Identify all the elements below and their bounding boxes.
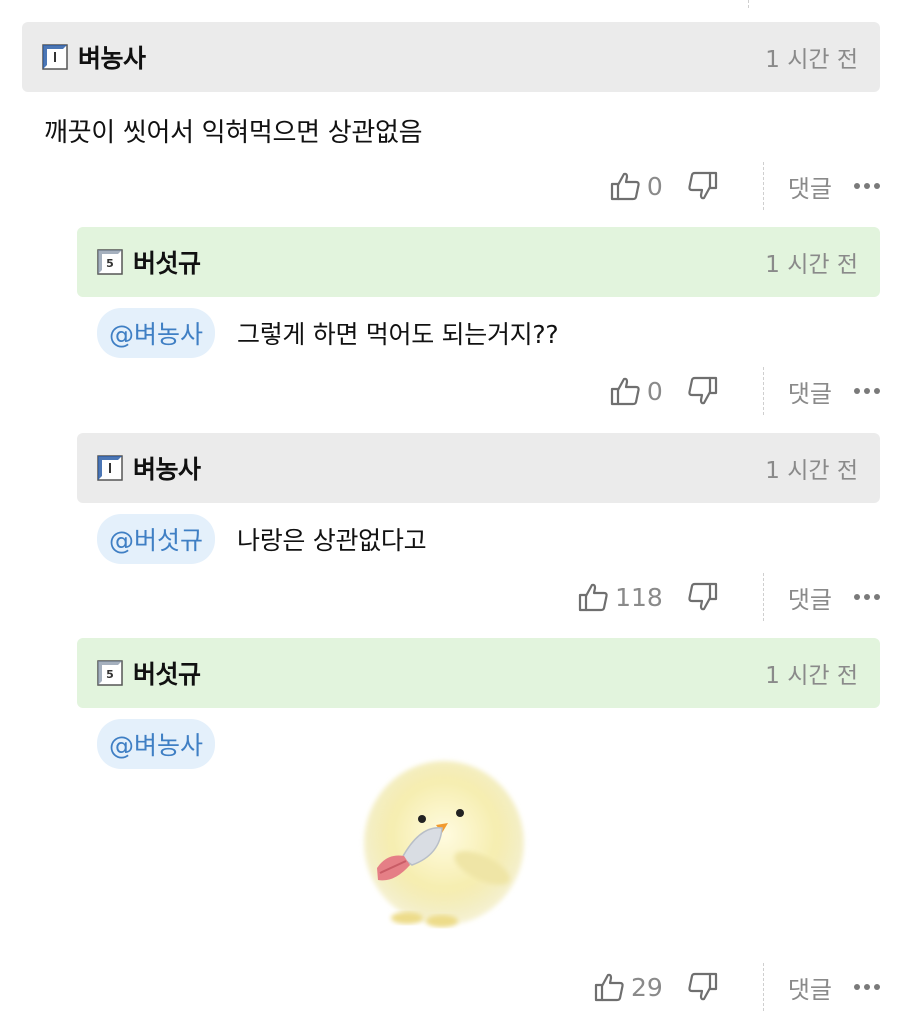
like-count: 0 — [646, 171, 663, 201]
like-button[interactable]: 0 — [609, 374, 663, 408]
comment-header: 5 버섯규 1 시간 전 — [77, 638, 880, 708]
author-name[interactable]: 벼농사 — [78, 39, 146, 75]
svg-text:5: 5 — [106, 257, 114, 270]
timestamp: 1 시간 전 — [765, 47, 858, 73]
author-name[interactable]: 버섯규 — [133, 244, 201, 280]
divider — [762, 963, 764, 1011]
svg-text:5: 5 — [106, 668, 114, 681]
like-count: 29 — [631, 972, 663, 1002]
comment-header: 벼농사 1 시간 전 — [77, 433, 880, 503]
thumbs-down-icon — [688, 972, 717, 1001]
dislike-button[interactable] — [685, 374, 719, 408]
thumbs-up-icon — [594, 973, 624, 1002]
thumbs-down-icon — [688, 171, 717, 200]
like-count: 0 — [646, 376, 663, 406]
author-name[interactable]: 벼농사 — [133, 450, 201, 486]
more-options-icon[interactable] — [854, 388, 880, 394]
like-button[interactable]: 118 — [577, 580, 663, 614]
dislike-button[interactable] — [685, 970, 719, 1004]
comment-header: 벼농사 1 시간 전 — [22, 22, 880, 92]
timestamp: 1 시간 전 — [765, 663, 858, 689]
like-button[interactable]: 0 — [609, 169, 663, 203]
comment-reply: 5 버섯규 1 시간 전 @벼농사 그렇게 하면 먹어도 되는거지?? 0 댓글 — [77, 227, 880, 415]
mention-tag[interactable]: @벼농사 — [97, 719, 216, 769]
comment-text: 깨끗이 씻어서 익혀먹으면 상관없음 — [44, 117, 423, 148]
reply-button[interactable]: 댓글 — [788, 374, 832, 409]
level-5-icon: 5 — [97, 249, 123, 275]
mention-tag[interactable]: @벼농사 — [97, 308, 216, 358]
comment-body: @버섯규 나랑은 상관없다고 — [77, 514, 880, 564]
comment-actions: 118 댓글 — [577, 573, 880, 621]
comment-reply: 5 버섯규 1 시간 전 @벼농사 29 댓글 — [77, 638, 880, 1011]
comment-body: 깨끗이 씻어서 익혀먹으면 상관없음 — [22, 106, 880, 154]
comment-text: 그렇게 하면 먹어도 되는거지?? — [237, 320, 559, 349]
more-options-icon[interactable] — [854, 594, 880, 600]
level-i-icon — [97, 455, 123, 481]
more-options-icon[interactable] — [854, 183, 880, 189]
mention-tag[interactable]: @버섯규 — [97, 514, 216, 564]
chick-with-knife-sticker[interactable] — [332, 733, 547, 933]
divider — [762, 367, 764, 415]
divider — [762, 162, 764, 210]
timestamp: 1 시간 전 — [765, 458, 858, 484]
thumbs-up-icon — [610, 172, 640, 201]
divider — [762, 573, 764, 621]
dislike-button[interactable] — [685, 169, 719, 203]
comment-text: 나랑은 상관없다고 — [237, 526, 427, 555]
timestamp: 1 시간 전 — [765, 252, 858, 278]
comment-header: 5 버섯규 1 시간 전 — [77, 227, 880, 297]
comment-actions: 0 댓글 — [609, 367, 880, 415]
thumbs-down-icon — [688, 376, 717, 405]
like-button[interactable]: 29 — [593, 970, 663, 1004]
author-name[interactable]: 버섯규 — [133, 655, 201, 691]
level-5-icon: 5 — [97, 660, 123, 686]
reply-button[interactable]: 댓글 — [788, 970, 832, 1005]
dislike-button[interactable] — [685, 580, 719, 614]
thumbs-down-icon — [688, 582, 717, 611]
comment-actions: 29 댓글 — [593, 963, 880, 1011]
reply-button[interactable]: 댓글 — [788, 169, 832, 204]
more-options-icon[interactable] — [854, 984, 880, 990]
comment-body: @벼농사 그렇게 하면 먹어도 되는거지?? — [77, 308, 880, 358]
comment-reply: 벼농사 1 시간 전 @버섯규 나랑은 상관없다고 118 댓글 — [77, 433, 880, 621]
comment-actions: 0 댓글 — [609, 162, 880, 210]
top-divider — [748, 0, 749, 8]
like-count: 118 — [615, 582, 663, 612]
thumbs-up-icon — [579, 583, 608, 612]
level-i-icon — [42, 44, 68, 70]
reply-button[interactable]: 댓글 — [788, 580, 832, 615]
thumbs-up-icon — [610, 377, 640, 406]
comment: 벼농사 1 시간 전 깨끗이 씻어서 익혀먹으면 상관없음 0 댓글 — [22, 22, 880, 210]
